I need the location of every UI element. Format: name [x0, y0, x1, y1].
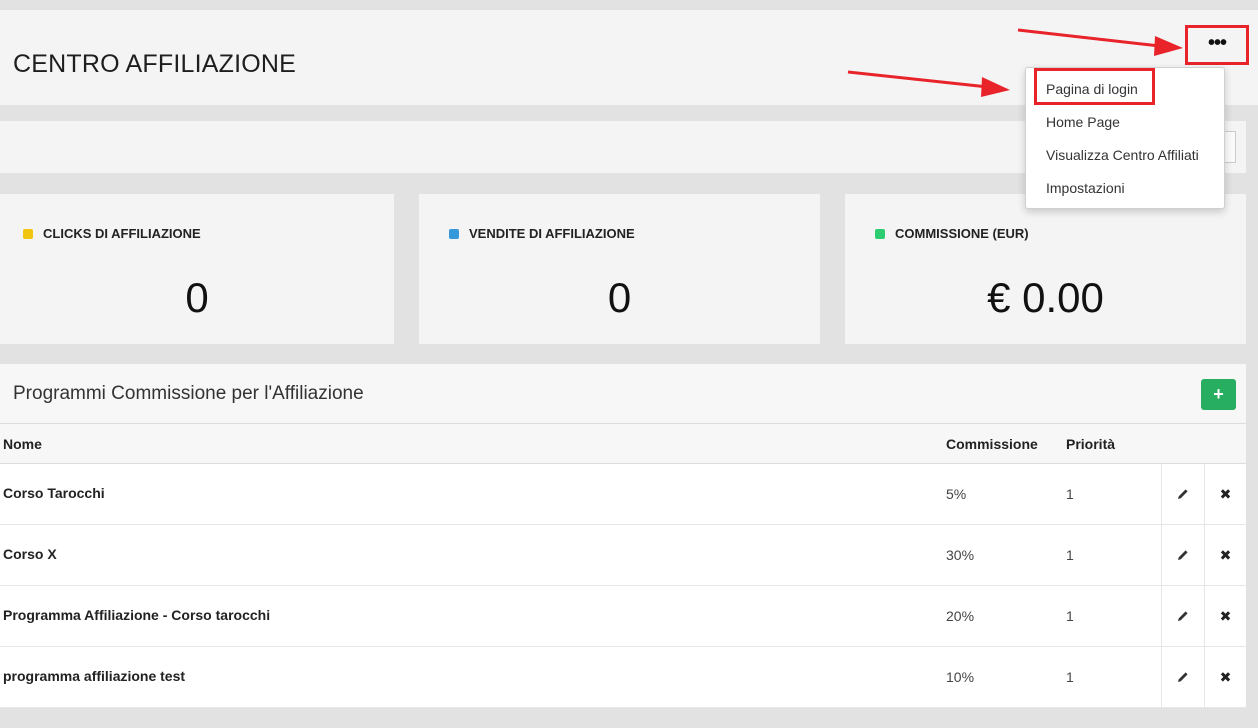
table-row: Corso X 30% 1 ✖ — [0, 525, 1246, 586]
program-priority: 1 — [1066, 669, 1074, 685]
program-priority: 1 — [1066, 608, 1074, 624]
more-icon: ••• — [1207, 32, 1227, 54]
pencil-icon — [1178, 672, 1188, 682]
delete-button[interactable]: ✖ — [1204, 525, 1246, 585]
edit-button[interactable] — [1161, 464, 1204, 524]
blue-dot-icon — [449, 228, 459, 239]
table-header: Nome Commissione Priorità — [0, 424, 1246, 464]
menu-item-view-affiliate-center[interactable]: Visualizza Centro Affiliati — [1046, 147, 1199, 163]
yellow-dot-icon — [23, 228, 33, 239]
program-name: Programma Affiliazione - Corso tarocchi — [3, 607, 271, 623]
column-header-priority[interactable]: Priorità — [1066, 436, 1115, 452]
pencil-icon — [1178, 489, 1188, 499]
program-commission: 20% — [946, 608, 975, 624]
page-title: CENTRO AFFILIAZIONE — [13, 50, 296, 78]
programs-panel: Programmi Commissione per l'Affiliazione… — [0, 364, 1246, 708]
stat-card-commission: COMMISSIONE (EUR) € 0.00 — [845, 194, 1246, 344]
stat-card-clicks: CLICKS DI AFFILIAZIONE 0 — [0, 194, 394, 344]
green-dot-icon — [875, 228, 885, 239]
stat-label: CLICKS DI AFFILIAZIONE — [43, 226, 201, 241]
stat-value: € 0.00 — [987, 274, 1104, 321]
plus-icon: + — [1213, 384, 1224, 404]
delete-button[interactable]: ✖ — [1204, 586, 1246, 646]
close-icon: ✖ — [1219, 668, 1232, 685]
pencil-icon — [1178, 611, 1188, 621]
menu-item-home-page[interactable]: Home Page — [1046, 114, 1120, 130]
more-options-button[interactable]: ••• — [1185, 25, 1249, 65]
stat-card-sales: VENDITE DI AFFILIAZIONE 0 — [419, 194, 820, 344]
stat-label: COMMISSIONE (EUR) — [895, 226, 1029, 241]
column-header-name[interactable]: Nome — [3, 436, 42, 452]
program-name: Corso X — [3, 546, 57, 562]
stat-value: 0 — [185, 274, 209, 321]
edit-button[interactable] — [1161, 586, 1204, 646]
stat-label: VENDITE DI AFFILIAZIONE — [469, 226, 635, 241]
table-row: Corso Tarocchi 5% 1 ✖ — [0, 464, 1246, 525]
programs-title: Programmi Commissione per l'Affiliazione — [13, 383, 364, 404]
table-row: Programma Affiliazione - Corso tarocchi … — [0, 586, 1246, 647]
program-commission: 30% — [946, 547, 975, 563]
edit-button[interactable] — [1161, 525, 1204, 585]
program-priority: 1 — [1066, 486, 1074, 502]
column-header-commission[interactable]: Commissione — [946, 436, 1038, 452]
table-row: programma affiliazione test 10% 1 ✖ — [0, 647, 1246, 708]
programs-header: Programmi Commissione per l'Affiliazione… — [0, 364, 1246, 424]
close-icon: ✖ — [1219, 546, 1232, 563]
highlight-box — [1034, 68, 1155, 105]
close-icon: ✖ — [1219, 607, 1232, 624]
stat-value: 0 — [607, 274, 632, 321]
program-commission: 5% — [946, 486, 967, 502]
program-name: Corso Tarocchi — [3, 485, 105, 501]
program-name: programma affiliazione test — [3, 668, 186, 684]
add-program-button[interactable]: + — [1201, 379, 1236, 410]
menu-item-settings[interactable]: Impostazioni — [1046, 180, 1125, 196]
program-priority: 1 — [1066, 547, 1074, 563]
pencil-icon — [1178, 550, 1188, 560]
delete-button[interactable]: ✖ — [1204, 647, 1246, 707]
program-commission: 10% — [946, 669, 975, 685]
edit-button[interactable] — [1161, 647, 1204, 707]
delete-button[interactable]: ✖ — [1204, 464, 1246, 524]
close-icon: ✖ — [1219, 485, 1232, 502]
